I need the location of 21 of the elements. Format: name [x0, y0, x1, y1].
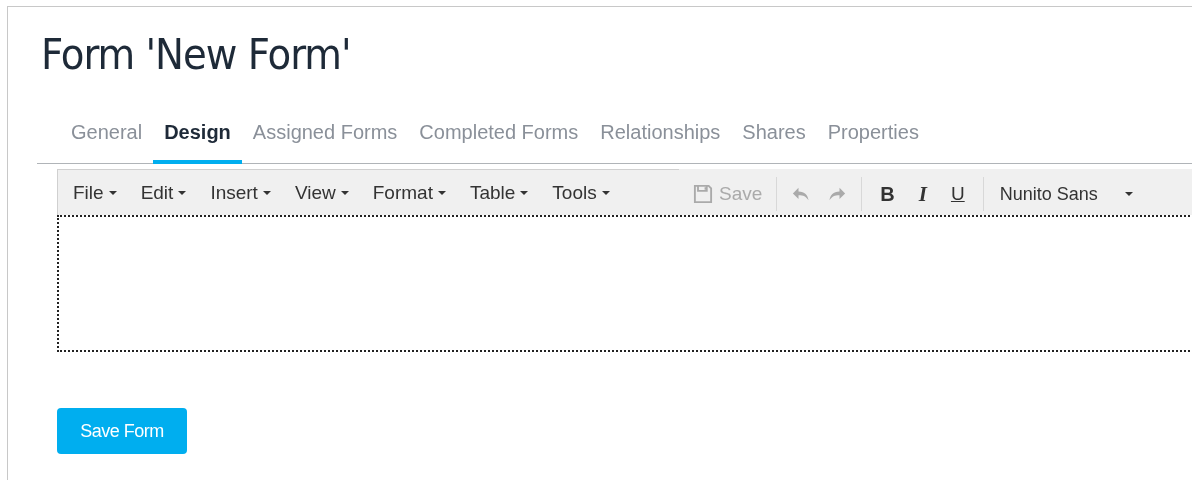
- caret-icon: [437, 190, 446, 195]
- menu-item[interactable]: Tools: [545, 181, 627, 204]
- caret-icon: [1124, 192, 1133, 196]
- caret-icon: [340, 190, 349, 195]
- tab[interactable]: Design: [153, 122, 242, 164]
- caret-icon: [520, 190, 529, 195]
- bold-button[interactable]: B: [868, 179, 907, 209]
- caret-icon: [178, 190, 187, 195]
- menu-item[interactable]: View: [287, 181, 366, 204]
- page-title: Form 'New Form': [41, 29, 351, 79]
- underline-button[interactable]: U: [938, 179, 977, 209]
- caret-icon: [262, 190, 271, 195]
- italic-button[interactable]: I: [906, 179, 939, 209]
- menu-item[interactable]: File: [66, 181, 134, 204]
- caret-icon: [601, 190, 610, 195]
- menu-item[interactable]: Table: [462, 181, 546, 204]
- caret-icon: [108, 190, 117, 195]
- font-select[interactable]: Nunito Sans: [989, 183, 1143, 205]
- menu-item[interactable]: Edit: [133, 181, 204, 204]
- menu-item[interactable]: Format: [365, 181, 463, 204]
- menu-item[interactable]: Insert: [203, 181, 288, 204]
